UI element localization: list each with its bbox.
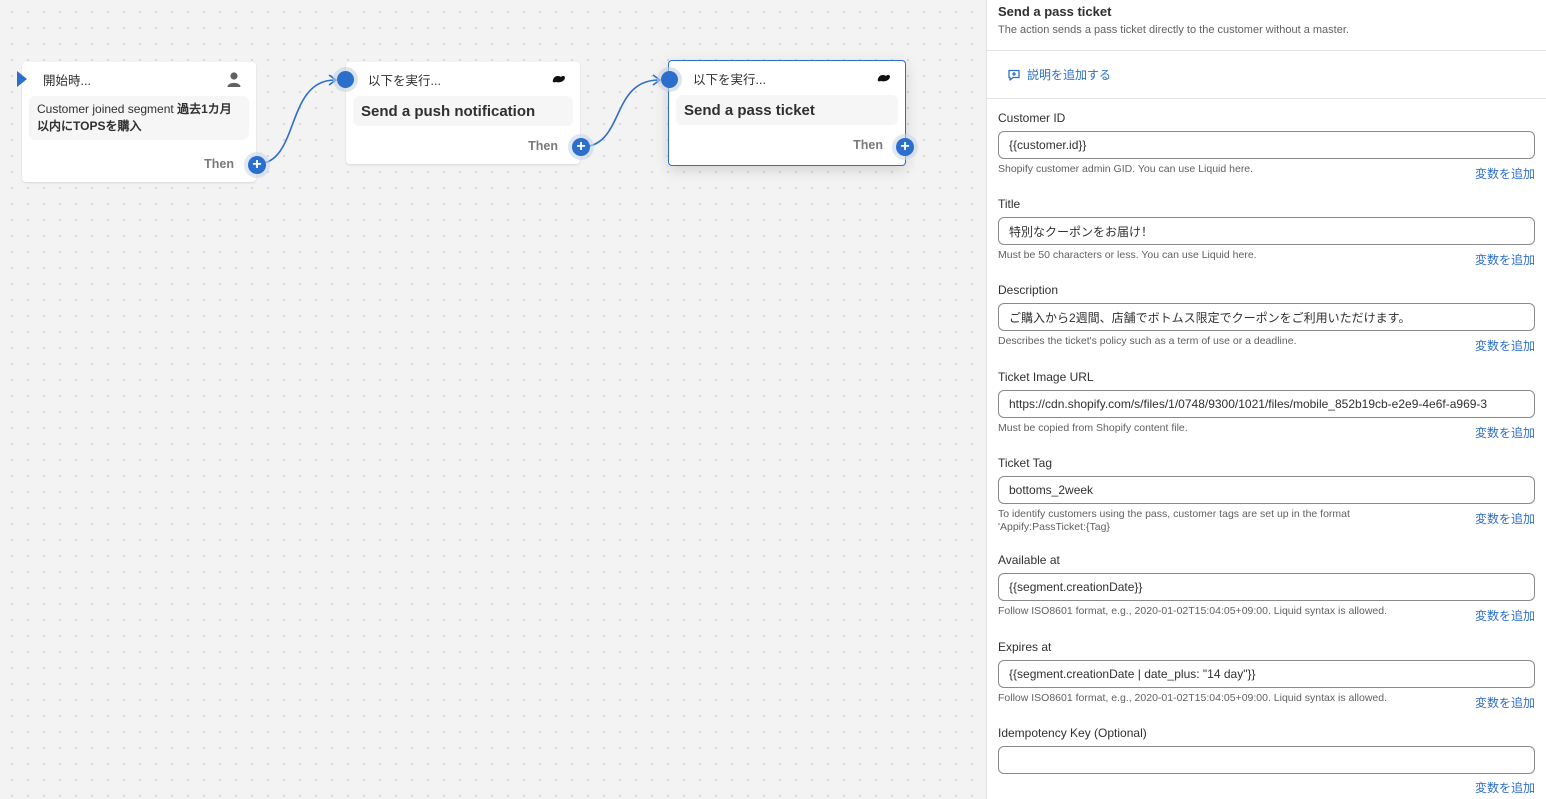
action-node-body: Send a push notification (353, 96, 573, 126)
field-help: Must be 50 characters or less. You can u… (998, 249, 1257, 261)
add-variable-link[interactable]: 変数を追加 (1475, 165, 1535, 182)
add-variable-link[interactable]: 変数を追加 (1475, 607, 1535, 624)
field-value: {{customer.id}} (1009, 138, 1087, 152)
trigger-description: Customer joined segment (37, 102, 178, 116)
connector-arrow-2 (652, 74, 662, 86)
field-help: Shopify customer admin GID. You can use … (998, 163, 1254, 175)
trigger-node-body: Customer joined segment 過去1カ月以内にTOPSを購入 (29, 96, 249, 140)
field-value: 特別なクーポンをお届け！ (1009, 224, 1154, 239)
start-flag-icon (17, 71, 27, 87)
then-label: Then (853, 138, 883, 152)
action-node-title: 以下を実行... (693, 72, 766, 87)
app-logo-icon (552, 75, 565, 83)
field-value: https://cdn.shopify.com/s/files/1/0748/9… (1009, 397, 1488, 411)
add-variable-link[interactable]: 変数を追加 (1475, 510, 1535, 527)
field-label: Idempotency Key (Optional) (998, 726, 1147, 740)
connector-2-3 (580, 79, 660, 148)
available-at-field: Available at {{segment.creationDate}} Fo… (998, 542, 1535, 629)
node-input-handle[interactable] (661, 71, 678, 88)
expires-at-input[interactable]: {{segment.creationDate | date_plus: "14 … (998, 660, 1535, 688)
add-description-label: 説明を追加する (1027, 68, 1112, 82)
description-input[interactable]: ご購入から2週間、店舗でボトムス限定でクーポンをご利用いただけます。 (998, 303, 1535, 331)
connector-arrow-1 (328, 74, 338, 86)
trigger-node[interactable]: 開始時... Customer joined segment 過去1カ月以内にT… (22, 62, 256, 182)
available-at-input[interactable]: {{segment.creationDate}} (998, 573, 1535, 601)
add-variable-link[interactable]: 変数を追加 (1475, 251, 1535, 268)
add-step-button[interactable]: + (248, 156, 266, 174)
panel-header: Send a pass ticket The action sends a pa… (987, 0, 1546, 51)
field-help: Describes the ticket's policy such as a … (998, 335, 1297, 347)
title-field: Title 特別なクーポンをお届け！ Must be 50 characters… (998, 186, 1535, 272)
field-value: {{segment.creationDate | date_plus: "14 … (1009, 667, 1256, 681)
workflow-canvas[interactable]: 開始時... Customer joined segment 過去1カ月以内にT… (0, 0, 986, 799)
comment-plus-icon (1008, 69, 1020, 81)
field-value: ご購入から2週間、店舗でボトムス限定でクーポンをご利用いただけます。 (1009, 310, 1411, 325)
add-variable-link[interactable]: 変数を追加 (1475, 779, 1535, 796)
field-label: Available at (998, 553, 1060, 567)
field-help: Follow ISO8601 format, e.g., 2020-01-02T… (998, 605, 1388, 617)
user-icon (227, 72, 241, 87)
add-variable-link[interactable]: 変数を追加 (1475, 424, 1535, 441)
customer-id-field: Customer ID {{customer.id}} Shopify cust… (998, 99, 1535, 186)
field-label: Title (998, 197, 1021, 211)
panel-title: Send a pass ticket (998, 4, 1112, 19)
field-label: Ticket Image URL (998, 370, 1094, 384)
add-variable-link[interactable]: 変数を追加 (1475, 337, 1535, 354)
ticket-tag-input[interactable]: bottoms_2week (998, 476, 1535, 504)
field-label: Ticket Tag (998, 456, 1053, 470)
action-node-header: 以下を実行... (346, 62, 580, 96)
add-step-button[interactable]: + (896, 138, 914, 156)
action-node-push[interactable]: 以下を実行... Send a push notification Then (346, 62, 580, 164)
idempotency-key-field: Idempotency Key (Optional) 変数を追加 (998, 715, 1535, 795)
trigger-node-title: 開始時... (43, 73, 91, 88)
customer-id-input[interactable]: {{customer.id}} (998, 131, 1535, 159)
field-help: Must be copied from Shopify content file… (998, 422, 1188, 434)
ticket-image-url-input[interactable]: https://cdn.shopify.com/s/files/1/0748/9… (998, 390, 1535, 418)
field-label: Description (998, 283, 1059, 297)
idempotency-key-input[interactable] (998, 746, 1535, 774)
connector-1-2 (256, 79, 336, 165)
ticket-tag-field: Ticket Tag bottoms_2week To identify cus… (998, 445, 1535, 542)
action-config-panel: Send a pass ticket The action sends a pa… (986, 0, 1546, 799)
action-node-header: 以下を実行... (669, 61, 905, 95)
add-variable-link[interactable]: 変数を追加 (1475, 694, 1535, 711)
field-help: Follow ISO8601 format, e.g., 2020-01-02T… (998, 692, 1388, 704)
panel-subtitle: The action sends a pass ticket directly … (998, 24, 1349, 36)
field-label: Expires at (998, 640, 1052, 654)
action-form: Customer ID {{customer.id}} Shopify cust… (987, 99, 1546, 795)
field-value: bottoms_2week (1009, 483, 1094, 497)
description-field: Description ご購入から2週間、店舗でボトムス限定でクーポンをご利用い… (998, 272, 1535, 359)
ticket-image-url-field: Ticket Image URL https://cdn.shopify.com… (998, 359, 1535, 445)
title-input[interactable]: 特別なクーポンをお届け！ (998, 217, 1535, 245)
then-label: Then (204, 157, 234, 171)
action-node-body: Send a pass ticket (676, 95, 898, 125)
then-label: Then (528, 139, 558, 153)
add-step-button[interactable]: + (572, 138, 590, 156)
add-description-button[interactable]: 説明を追加する (987, 51, 1546, 99)
expires-at-field: Expires at {{segment.creationDate | date… (998, 629, 1535, 715)
app-logo-icon (877, 74, 890, 82)
node-input-handle[interactable] (337, 71, 354, 88)
field-label: Customer ID (998, 111, 1066, 125)
action-node-title: 以下を実行... (368, 73, 441, 88)
trigger-node-header: 開始時... (22, 62, 256, 96)
field-value: {{segment.creationDate}} (1009, 580, 1143, 594)
field-help: To identify customers using the pass, cu… (998, 508, 1350, 533)
action-node-pass-ticket[interactable]: 以下を実行... Send a pass ticket Then (668, 60, 906, 166)
